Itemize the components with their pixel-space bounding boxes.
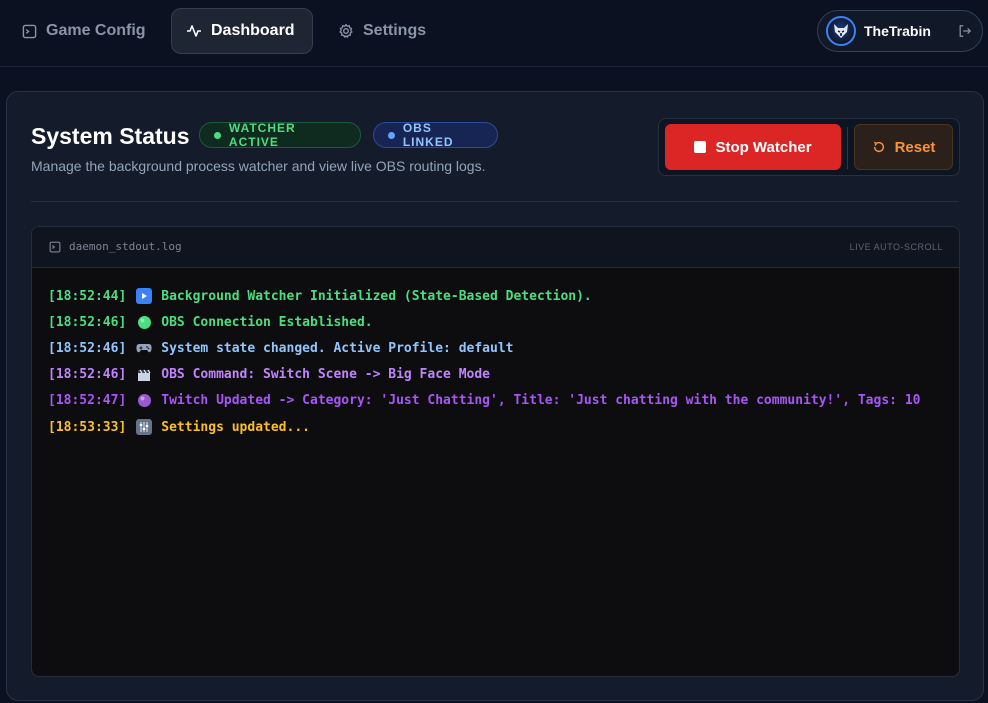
stop-watcher-label: Stop Watcher xyxy=(715,138,812,156)
control-knobs-icon xyxy=(136,419,153,436)
system-status-card: System Status WATCHER ACTIVE OBS LINKED … xyxy=(6,91,984,701)
watcher-status-badge: WATCHER ACTIVE xyxy=(199,121,361,149)
tab-label: Settings xyxy=(363,22,427,39)
page-subtitle: Manage the background process watcher an… xyxy=(31,158,486,174)
terminal-icon xyxy=(49,241,61,252)
log-line: [18:53:33] Settings updated... xyxy=(48,414,948,440)
wolf-avatar xyxy=(826,16,856,46)
tab-label: Game Config xyxy=(46,22,146,39)
log-line: [18:52:46] System state changed. Active … xyxy=(48,335,948,361)
reset-icon xyxy=(873,141,884,153)
reset-button[interactable]: Reset xyxy=(854,124,953,170)
log-timestamp: [18:52:44] xyxy=(48,288,127,304)
log-filename: daemon_stdout.log xyxy=(49,240,182,253)
log-timestamp: [18:52:46] xyxy=(48,314,127,330)
username: TheTrabin xyxy=(864,23,931,39)
button-divider xyxy=(847,127,848,169)
log-timestamp: [18:52:47] xyxy=(48,393,127,409)
gamepad-icon xyxy=(136,340,152,356)
log-timestamp: [18:53:33] xyxy=(48,419,127,435)
terminal-icon xyxy=(22,24,37,38)
clapper-icon xyxy=(136,367,152,383)
terminal-header: daemon_stdout.log LIVE AUTO-SCROLL xyxy=(32,227,959,268)
action-buttons: Stop Watcher Reset xyxy=(658,118,960,176)
log-message: OBS Command: Switch Scene -> Big Face Mo… xyxy=(161,367,491,383)
activity-icon xyxy=(187,25,201,37)
log-message: Settings updated... xyxy=(161,419,310,435)
tab-settings[interactable]: Settings xyxy=(324,8,440,54)
log-timestamp: [18:52:46] xyxy=(48,340,127,356)
badge-label: OBS LINKED xyxy=(402,121,454,149)
log-line: [18:52:44] Background Watcher Initialize… xyxy=(48,283,948,309)
log-line: [18:52:47] Twitch Updated -> Category: '… xyxy=(48,388,948,414)
tab-dashboard[interactable]: Dashboard xyxy=(171,8,313,54)
log-line: [18:52:46] OBS Command: Switch Scene -> … xyxy=(48,362,948,388)
top-nav: Game Config Dashboard Settings TheTrabin xyxy=(0,0,988,67)
reset-label: Reset xyxy=(894,138,936,156)
log-line: [18:52:46] OBS Connection Established. xyxy=(48,309,948,335)
play-icon xyxy=(136,288,153,305)
log-output: [18:52:44] Background Watcher Initialize… xyxy=(48,283,948,440)
log-message: System state changed. Active Profile: de… xyxy=(161,340,514,356)
status-dot-icon xyxy=(214,131,221,139)
gear-icon xyxy=(339,23,353,38)
tab-label: Dashboard xyxy=(211,22,295,39)
stop-icon xyxy=(694,141,707,153)
auto-scroll-label: LIVE AUTO-SCROLL xyxy=(849,242,943,252)
obs-status-badge: OBS LINKED xyxy=(373,121,498,149)
badge-label: WATCHER ACTIVE xyxy=(228,121,296,149)
tab-game-config[interactable]: Game Config xyxy=(8,8,160,54)
page-title: System Status xyxy=(31,123,190,149)
log-message: Background Watcher Initialized (State-Ba… xyxy=(161,288,592,304)
log-terminal[interactable]: daemon_stdout.log LIVE AUTO-SCROLL [18:5… xyxy=(31,226,960,677)
filename-text: daemon_stdout.log xyxy=(69,240,182,253)
logout-icon[interactable] xyxy=(958,24,972,38)
stop-watcher-button[interactable]: Stop Watcher xyxy=(665,124,841,170)
log-timestamp: [18:52:46] xyxy=(48,367,127,383)
purple-circle-icon xyxy=(136,393,152,409)
section-divider xyxy=(31,201,959,202)
green-circle-icon xyxy=(136,314,152,330)
user-menu[interactable]: TheTrabin xyxy=(817,10,983,52)
log-message: OBS Connection Established. xyxy=(161,314,373,330)
status-dot-icon xyxy=(388,131,395,139)
log-message: Twitch Updated -> Category: 'Just Chatti… xyxy=(161,393,921,409)
